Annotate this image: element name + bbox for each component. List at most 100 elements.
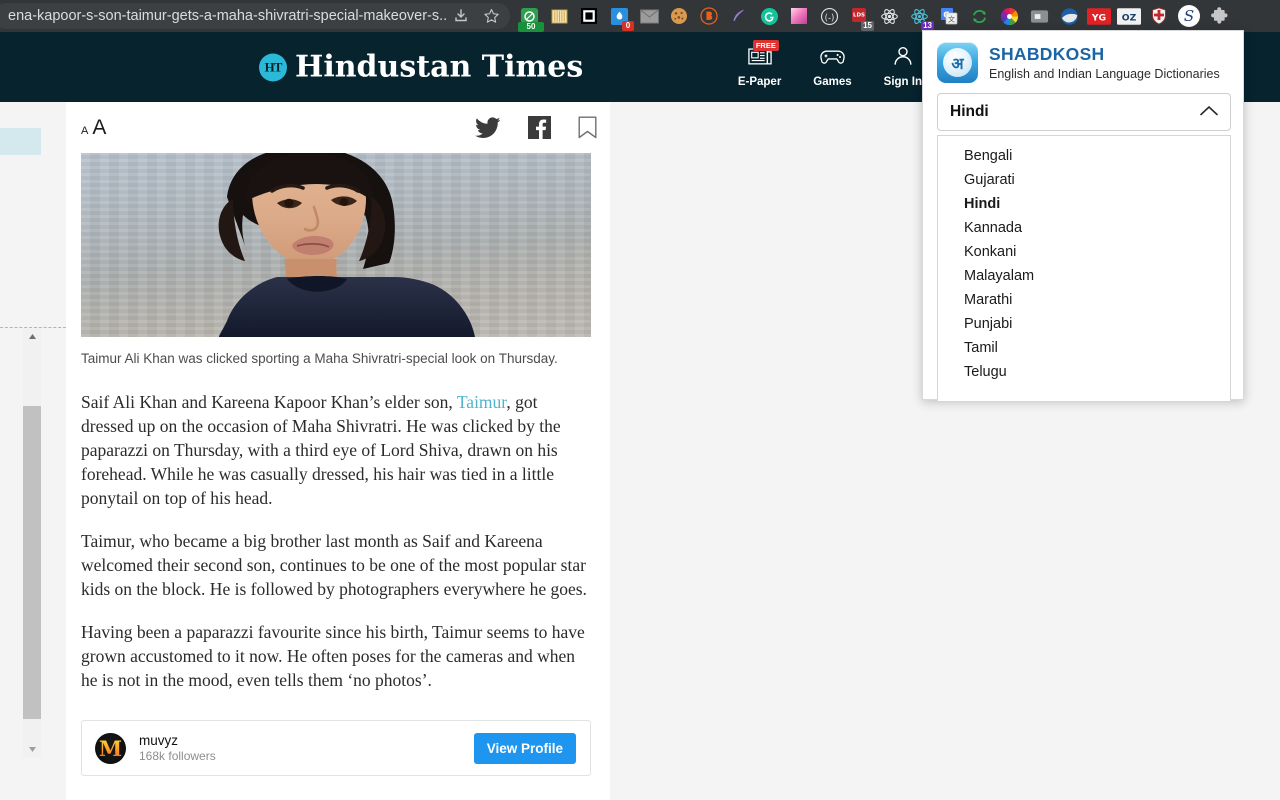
- view-profile-button[interactable]: View Profile: [473, 732, 576, 764]
- nav-label-signin: Sign In: [883, 76, 922, 88]
- language-option-hindi[interactable]: Hindi: [938, 192, 1230, 216]
- svg-text:OZ: OZ: [1122, 12, 1137, 23]
- scrollbar-up-arrow[interactable]: [23, 328, 41, 345]
- svg-text:(-): (-): [824, 13, 834, 23]
- language-option-malayalam[interactable]: Malayalam: [938, 264, 1230, 288]
- bitwarden-icon[interactable]: [695, 2, 723, 30]
- taimur-link[interactable]: Taimur: [457, 392, 507, 412]
- article-container: A A Taimur Ali Khan was clicked sporting…: [66, 102, 610, 800]
- bookmark-star-icon[interactable]: [476, 3, 506, 29]
- site-logo[interactable]: HT Hindustan Times: [259, 50, 583, 85]
- browser-toolbar: ena-kapoor-s-son-taimur-gets-a-maha-shiv…: [0, 0, 1280, 32]
- site-logo-mark: HT: [259, 53, 287, 81]
- feather-quill-icon[interactable]: [725, 2, 753, 30]
- language-option-punjabi[interactable]: Punjabi: [938, 312, 1230, 336]
- sync-refresh-icon[interactable]: [965, 2, 993, 30]
- picture-in-picture-icon[interactable]: [575, 2, 603, 30]
- font-size-small-button[interactable]: A: [81, 125, 88, 137]
- cookie-manager-icon[interactable]: [665, 2, 693, 30]
- nav-item-epaper[interactable]: FREE E-Paper: [737, 40, 782, 88]
- bookmark-icon[interactable]: [578, 116, 597, 139]
- language-option-konkani[interactable]: Konkani: [938, 240, 1230, 264]
- profile-name: muvyz: [139, 733, 179, 748]
- puzzle-extensions-icon[interactable]: [1205, 2, 1233, 30]
- article-hero-image: [81, 153, 591, 337]
- shabdkosh-popup: अ SHABDKOSH English and Indian Language …: [922, 30, 1244, 402]
- left-rail: [0, 102, 66, 800]
- article-paragraph-2: Taimur, who became a big brother last mo…: [81, 531, 587, 599]
- scrollbar-down-arrow[interactable]: [23, 741, 41, 758]
- article-paragraph-1: Saif Ali Khan and Kareena Kapoor Khan’s …: [81, 390, 590, 510]
- address-bar-url[interactable]: ena-kapoor-s-son-taimur-gets-a-maha-shiv…: [8, 8, 446, 24]
- window-extension-icon[interactable]: [1025, 2, 1053, 30]
- oz-extension-icon[interactable]: OZ: [1115, 2, 1143, 30]
- paragraph-1-text-before: Saif Ali Khan and Kareena Kapoor Khan’s …: [81, 392, 457, 412]
- atom-extension-icon[interactable]: [875, 2, 903, 30]
- nav-label-games: Games: [813, 76, 852, 88]
- avatar: M: [95, 732, 126, 764]
- article-paragraph-3: Having been a paparazzi favourite since …: [81, 622, 585, 690]
- shabdkosh-title: SHABDKOSH: [989, 44, 1105, 64]
- user-icon: [892, 46, 914, 71]
- nav-item-signin[interactable]: Sign In: [884, 46, 922, 88]
- language-select[interactable]: Hindi: [937, 93, 1231, 131]
- language-option-telugu[interactable]: Telugu: [938, 360, 1230, 384]
- twitter-share-icon[interactable]: [475, 116, 501, 139]
- react-devtools-icon[interactable]: 13: [905, 2, 934, 31]
- screen: ena-kapoor-s-son-taimur-gets-a-maha-shiv…: [0, 0, 1280, 800]
- rail-highlight-box: [0, 128, 41, 155]
- adblock-icon[interactable]: 50: [515, 2, 544, 32]
- shabdkosh-logo-icon: अ: [937, 42, 978, 83]
- hero-image-subject: [218, 153, 475, 337]
- s-serif-extension-icon[interactable]: S: [1175, 2, 1203, 30]
- font-size-control[interactable]: A A: [81, 116, 106, 140]
- language-option-marathi[interactable]: Marathi: [938, 288, 1230, 312]
- site-nav: FREE E-Paper Games Sign In: [737, 40, 922, 88]
- share-group: [475, 116, 601, 139]
- shabdkosh-header: अ SHABDKOSH English and Indian Language …: [923, 31, 1243, 89]
- gamepad-icon: [819, 46, 846, 71]
- nav-item-games[interactable]: Games: [813, 46, 852, 88]
- download-icon[interactable]: [446, 3, 476, 29]
- address-bar[interactable]: ena-kapoor-s-son-taimur-gets-a-maha-shiv…: [0, 3, 510, 29]
- language-option-bengali[interactable]: Bengali: [938, 144, 1230, 168]
- chevron-up-icon[interactable]: [1200, 103, 1218, 121]
- pepsi-globe-icon[interactable]: [1055, 2, 1083, 30]
- scrollbar-thumb[interactable]: [23, 406, 41, 719]
- shabdkosh-titles: SHABDKOSH English and Indian Language Di…: [989, 44, 1220, 81]
- inner-scrollbar[interactable]: [23, 328, 41, 758]
- language-option-gujarati[interactable]: Gujarati: [938, 168, 1230, 192]
- language-option-kannada[interactable]: Kannada: [938, 216, 1230, 240]
- adblock-badge: 50: [518, 22, 544, 32]
- extensions-toolbar: 50 0 (-) LDS 15 13 文 YG OZ S: [514, 2, 1234, 32]
- language-options-list[interactable]: Bengali Gujarati Hindi Kannada Konkani M…: [937, 135, 1231, 402]
- article-toolbar: A A: [66, 102, 610, 153]
- profile-meta: muvyz 168k followers: [139, 733, 216, 763]
- svg-text:YG: YG: [1091, 12, 1106, 23]
- grammarly-icon[interactable]: [755, 2, 783, 30]
- parentheses-extension-icon[interactable]: (-): [815, 2, 843, 30]
- article-image-caption: Taimur Ali Khan was clicked sporting a M…: [81, 351, 558, 366]
- mail-icon[interactable]: [635, 2, 663, 30]
- notes-extension-icon[interactable]: [545, 2, 573, 30]
- embedded-profile-card: M muvyz 168k followers View Profile: [81, 720, 591, 776]
- pocket-extension-icon[interactable]: 0: [605, 2, 634, 31]
- red-badge-count: 15: [861, 21, 874, 31]
- site-logo-text: Hindustan Times: [295, 49, 584, 85]
- color-wheel-icon[interactable]: [995, 2, 1023, 30]
- pocket-badge: 0: [622, 21, 634, 31]
- google-translate-icon[interactable]: G文: [935, 2, 963, 30]
- font-size-large-button[interactable]: A: [92, 116, 106, 140]
- svg-text:LDS: LDS: [853, 13, 865, 19]
- facebook-share-icon[interactable]: [528, 116, 551, 139]
- red-badge-extension-icon[interactable]: LDS 15: [845, 2, 874, 31]
- color-picker-icon[interactable]: [785, 2, 813, 30]
- language-select-value: Hindi: [950, 103, 989, 120]
- language-option-tamil[interactable]: Tamil: [938, 336, 1230, 360]
- crest-shield-icon[interactable]: [1145, 2, 1173, 30]
- nav-label-epaper: E-Paper: [737, 76, 782, 88]
- svg-text:文: 文: [948, 15, 955, 24]
- profile-followers: 168k followers: [139, 749, 216, 763]
- avatar-letter: M: [98, 735, 123, 761]
- yg-extension-icon[interactable]: YG: [1085, 2, 1113, 30]
